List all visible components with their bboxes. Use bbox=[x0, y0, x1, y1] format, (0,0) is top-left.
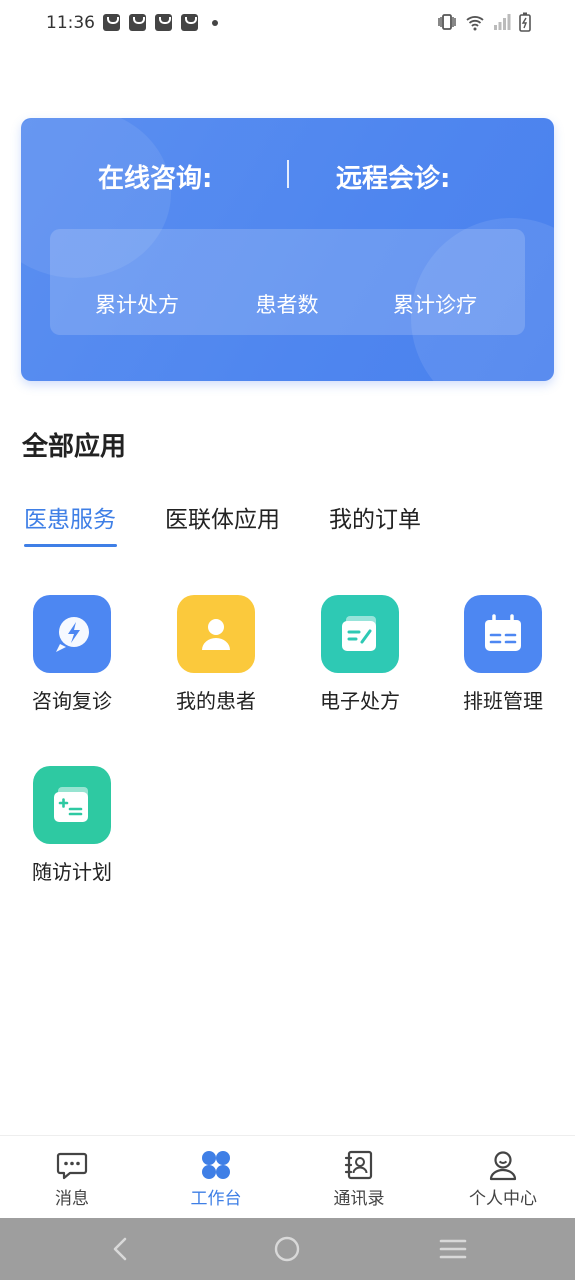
contacts-icon bbox=[342, 1148, 376, 1182]
back-icon[interactable] bbox=[104, 1232, 138, 1266]
status-time: 11:36 bbox=[46, 13, 95, 33]
patient-icon bbox=[177, 595, 255, 673]
app-schedule-management[interactable]: 排班管理 bbox=[448, 595, 558, 714]
tab-medical-alliance-apps[interactable]: 医联体应用 bbox=[165, 500, 280, 534]
app-label: 随访计划 bbox=[32, 860, 112, 884]
tab-doctor-patient-service[interactable]: 医患服务 bbox=[24, 500, 116, 534]
schedule-icon bbox=[464, 595, 542, 673]
workbench-icon bbox=[199, 1148, 233, 1182]
signal-icon bbox=[494, 14, 511, 30]
app-label: 排班管理 bbox=[463, 689, 543, 713]
app-label: 咨询复诊 bbox=[32, 689, 112, 713]
tab-my-orders[interactable]: 我的订单 bbox=[329, 500, 421, 534]
bottom-nav: 消息 工作台 通讯录 个人中心 bbox=[0, 1135, 575, 1218]
shopping-bag-icon bbox=[129, 14, 146, 31]
stat-divider bbox=[287, 160, 289, 188]
stats-summary-panel: 累计处方 患者数 累计诊疗 bbox=[50, 229, 525, 335]
shopping-bag-icon bbox=[181, 14, 198, 31]
total-prescriptions-label: 累计处方 bbox=[95, 293, 179, 317]
system-icons bbox=[437, 12, 531, 32]
menu-icon[interactable] bbox=[436, 1232, 470, 1266]
nav-label: 消息 bbox=[55, 1189, 89, 1209]
nav-messages[interactable]: 消息 bbox=[17, 1136, 127, 1219]
app-e-prescription[interactable]: 电子处方 bbox=[305, 595, 415, 714]
consult-icon bbox=[33, 595, 111, 673]
app-consult-followup[interactable]: 咨询复诊 bbox=[17, 595, 127, 714]
nav-profile[interactable]: 个人中心 bbox=[448, 1136, 558, 1219]
prescription-icon bbox=[321, 595, 399, 673]
nav-contacts[interactable]: 通讯录 bbox=[304, 1136, 414, 1219]
home-icon[interactable] bbox=[270, 1232, 304, 1266]
vibrate-icon bbox=[438, 14, 456, 30]
battery-icon bbox=[519, 12, 531, 32]
remote-consult-label: 远程会诊: bbox=[336, 164, 451, 194]
profile-icon bbox=[486, 1148, 520, 1182]
active-tab-indicator bbox=[24, 544, 117, 547]
followup-icon bbox=[33, 766, 111, 844]
nav-label: 通讯录 bbox=[333, 1189, 385, 1209]
app-label: 我的患者 bbox=[176, 689, 256, 713]
more-notifications-icon bbox=[212, 20, 218, 26]
shopping-bag-icon bbox=[103, 14, 120, 31]
app-my-patients[interactable]: 我的患者 bbox=[161, 595, 271, 714]
stats-card: 在线咨询: 远程会诊: 累计处方 患者数 累计诊疗 bbox=[21, 118, 554, 381]
total-treatments-label: 累计诊疗 bbox=[393, 293, 477, 317]
patient-count-label: 患者数 bbox=[255, 293, 319, 317]
online-consult-label: 在线咨询: bbox=[98, 164, 213, 194]
status-bar: 11:36 bbox=[0, 0, 575, 48]
app-followup-plan[interactable]: 随访计划 bbox=[17, 766, 127, 885]
wifi-icon bbox=[466, 16, 484, 31]
nav-label: 工作台 bbox=[190, 1189, 242, 1209]
system-navigation-bar bbox=[0, 1218, 575, 1280]
nav-workbench[interactable]: 工作台 bbox=[161, 1136, 271, 1219]
message-icon bbox=[55, 1148, 89, 1182]
app-label: 电子处方 bbox=[320, 689, 400, 713]
section-title: 全部应用 bbox=[22, 432, 127, 462]
nav-label: 个人中心 bbox=[469, 1189, 537, 1209]
shopping-bag-icon bbox=[155, 14, 172, 31]
